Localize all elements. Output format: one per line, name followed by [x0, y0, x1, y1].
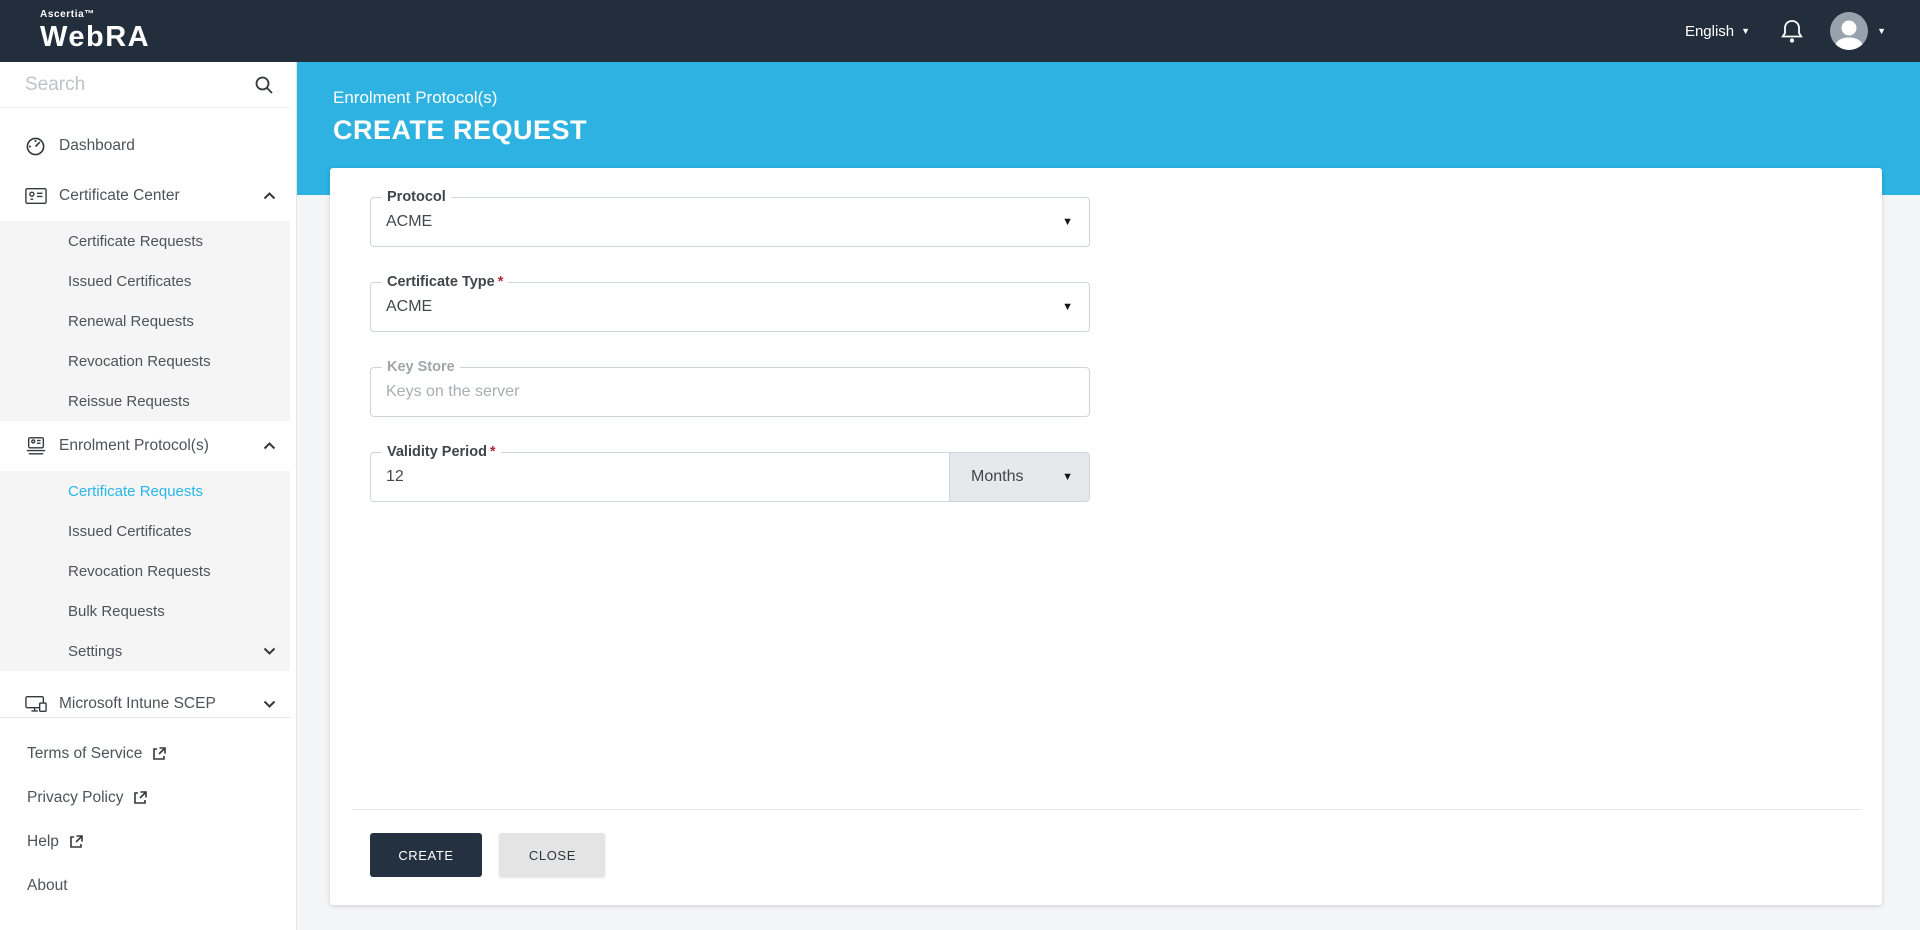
page-title: CREATE REQUEST: [333, 115, 588, 145]
subitem-label: Renewal Requests: [68, 312, 194, 330]
sidebar-scrollbar[interactable]: [290, 62, 296, 930]
sidebar-footer-links: Terms of Service Privacy Policy Help Abo…: [0, 718, 296, 908]
sidebar-subitem-ep-certificate-requests[interactable]: Certificate Requests: [0, 471, 296, 511]
validity-unit-select[interactable]: Months ▼: [949, 453, 1089, 501]
protocol-field: Protocol ACME ▼: [370, 189, 1090, 247]
navbar-right: English ▼ ▼: [1685, 12, 1886, 50]
brand-company: Ascertia™: [40, 9, 95, 20]
subitem-label: Certificate Requests: [68, 482, 204, 500]
key-store-input[interactable]: [371, 368, 946, 416]
close-button[interactable]: CLOSE: [499, 833, 606, 877]
certificate-icon: [25, 187, 47, 205]
required-marker: *: [497, 274, 504, 290]
language-selector[interactable]: English ▼: [1685, 23, 1750, 40]
sidebar-subitem-ep-revocation-requests[interactable]: Revocation Requests: [0, 551, 296, 591]
sidebar-search: [0, 62, 296, 108]
footer-link-label: Terms of Service: [27, 745, 143, 762]
subitem-label: Settings: [68, 642, 123, 660]
subitem-label: Certificate Requests: [68, 232, 204, 250]
search-input[interactable]: [0, 62, 240, 107]
subitem-label: Revocation Requests: [68, 352, 211, 370]
subitem-label: Revocation Requests: [68, 562, 211, 580]
user-avatar[interactable]: [1830, 12, 1869, 50]
sidebar-subitem-ep-bulk-requests[interactable]: Bulk Requests: [0, 591, 296, 631]
enrolment-station-icon: [25, 436, 47, 456]
device-monitor-icon: [25, 695, 47, 713]
sidebar-item-enrolment-protocols[interactable]: Enrolment Protocol(s): [0, 421, 296, 471]
validity-period-input[interactable]: [371, 453, 946, 501]
chevron-down-icon: ▼: [1741, 26, 1751, 36]
sidebar-item-microsoft-intune-scep[interactable]: Microsoft Intune SCEP: [0, 679, 296, 717]
chevron-down-icon: [263, 700, 276, 708]
sidebar-subitem-ep-issued-certificates[interactable]: Issued Certificates: [0, 511, 296, 551]
sidebar-subitem-issued-certificates[interactable]: Issued Certificates: [0, 261, 296, 301]
subitem-label: Issued Certificates: [68, 272, 192, 290]
dropdown-caret-icon: ▼: [1062, 471, 1073, 483]
subitem-label: Issued Certificates: [68, 522, 192, 540]
sidebar: Dashboard Certificate Center Certificate…: [0, 62, 297, 930]
sidebar-item-label: Certificate Center: [59, 187, 180, 204]
help-link[interactable]: Help: [0, 820, 296, 864]
subitem-label: Bulk Requests: [68, 602, 165, 620]
brand-logo[interactable]: Ascertia™ WebRA: [40, 10, 150, 52]
sidebar-subitem-revocation-requests[interactable]: Revocation Requests: [0, 341, 296, 381]
terms-of-service-link[interactable]: Terms of Service: [0, 732, 296, 776]
sidebar-item-certificate-center[interactable]: Certificate Center: [0, 171, 296, 221]
protocol-label: Protocol: [382, 189, 451, 207]
footer-link-label: Help: [27, 833, 59, 850]
about-link[interactable]: About: [0, 864, 296, 908]
certificate-type-field: Certificate Type * ACME ▼: [370, 274, 1090, 332]
sidebar-item-dashboard[interactable]: Dashboard: [0, 121, 296, 171]
main-content: Enrolment Protocol(s) CREATE REQUEST Pro…: [297, 62, 1920, 930]
notifications-bell-icon[interactable]: [1780, 18, 1804, 44]
form-actions: CREATE CLOSE: [330, 809, 1882, 877]
external-link-icon: [132, 790, 148, 806]
sidebar-subitem-ep-settings[interactable]: Settings: [0, 631, 296, 671]
chevron-up-icon: [263, 442, 276, 450]
privacy-policy-link[interactable]: Privacy Policy: [0, 776, 296, 820]
sidebar-item-label: Dashboard: [59, 137, 135, 154]
sidebar-subitem-certificate-requests[interactable]: Certificate Requests: [0, 221, 296, 261]
certificate-center-submenu: Certificate Requests Issued Certificates…: [0, 221, 296, 421]
brand-product: WebRA: [40, 21, 151, 53]
sidebar-nav: Dashboard Certificate Center Certificate…: [0, 108, 296, 717]
search-icon[interactable]: [254, 75, 274, 95]
certificate-type-label: Certificate Type *: [382, 274, 509, 292]
sidebar-subitem-renewal-requests[interactable]: Renewal Requests: [0, 301, 296, 341]
subitem-label: Reissue Requests: [68, 392, 190, 410]
top-navbar: Ascertia™ WebRA English ▼ ▼: [0, 0, 1920, 62]
key-store-field: Key Store: [370, 359, 1090, 417]
footer-link-label: About: [27, 877, 68, 894]
external-link-icon: [68, 834, 84, 850]
actions-divider: [352, 809, 1862, 810]
create-button[interactable]: CREATE: [370, 833, 482, 877]
sidebar-item-label: Enrolment Protocol(s): [59, 437, 209, 454]
external-link-icon: [151, 746, 167, 762]
sidebar-item-label: Microsoft Intune SCEP: [59, 695, 216, 712]
validity-unit-label: Months: [971, 468, 1024, 485]
language-label: English: [1684, 22, 1735, 40]
sidebar-subitem-reissue-requests[interactable]: Reissue Requests: [0, 381, 296, 421]
footer-link-label: Privacy Policy: [27, 789, 124, 806]
enrolment-protocols-submenu: Certificate Requests Issued Certificates…: [0, 471, 296, 671]
dashboard-icon: [25, 136, 47, 157]
protocol-select[interactable]: ACME: [371, 198, 1089, 231]
chevron-down-icon: [263, 647, 276, 655]
breadcrumb: Enrolment Protocol(s): [333, 88, 498, 107]
user-menu-caret-icon[interactable]: ▼: [1877, 26, 1886, 36]
create-request-form-card: Protocol ACME ▼ Certificate Type * ACME ▼…: [330, 168, 1882, 905]
chevron-up-icon: [263, 192, 276, 200]
validity-period-field: Validity Period* Months ▼: [370, 444, 1090, 502]
